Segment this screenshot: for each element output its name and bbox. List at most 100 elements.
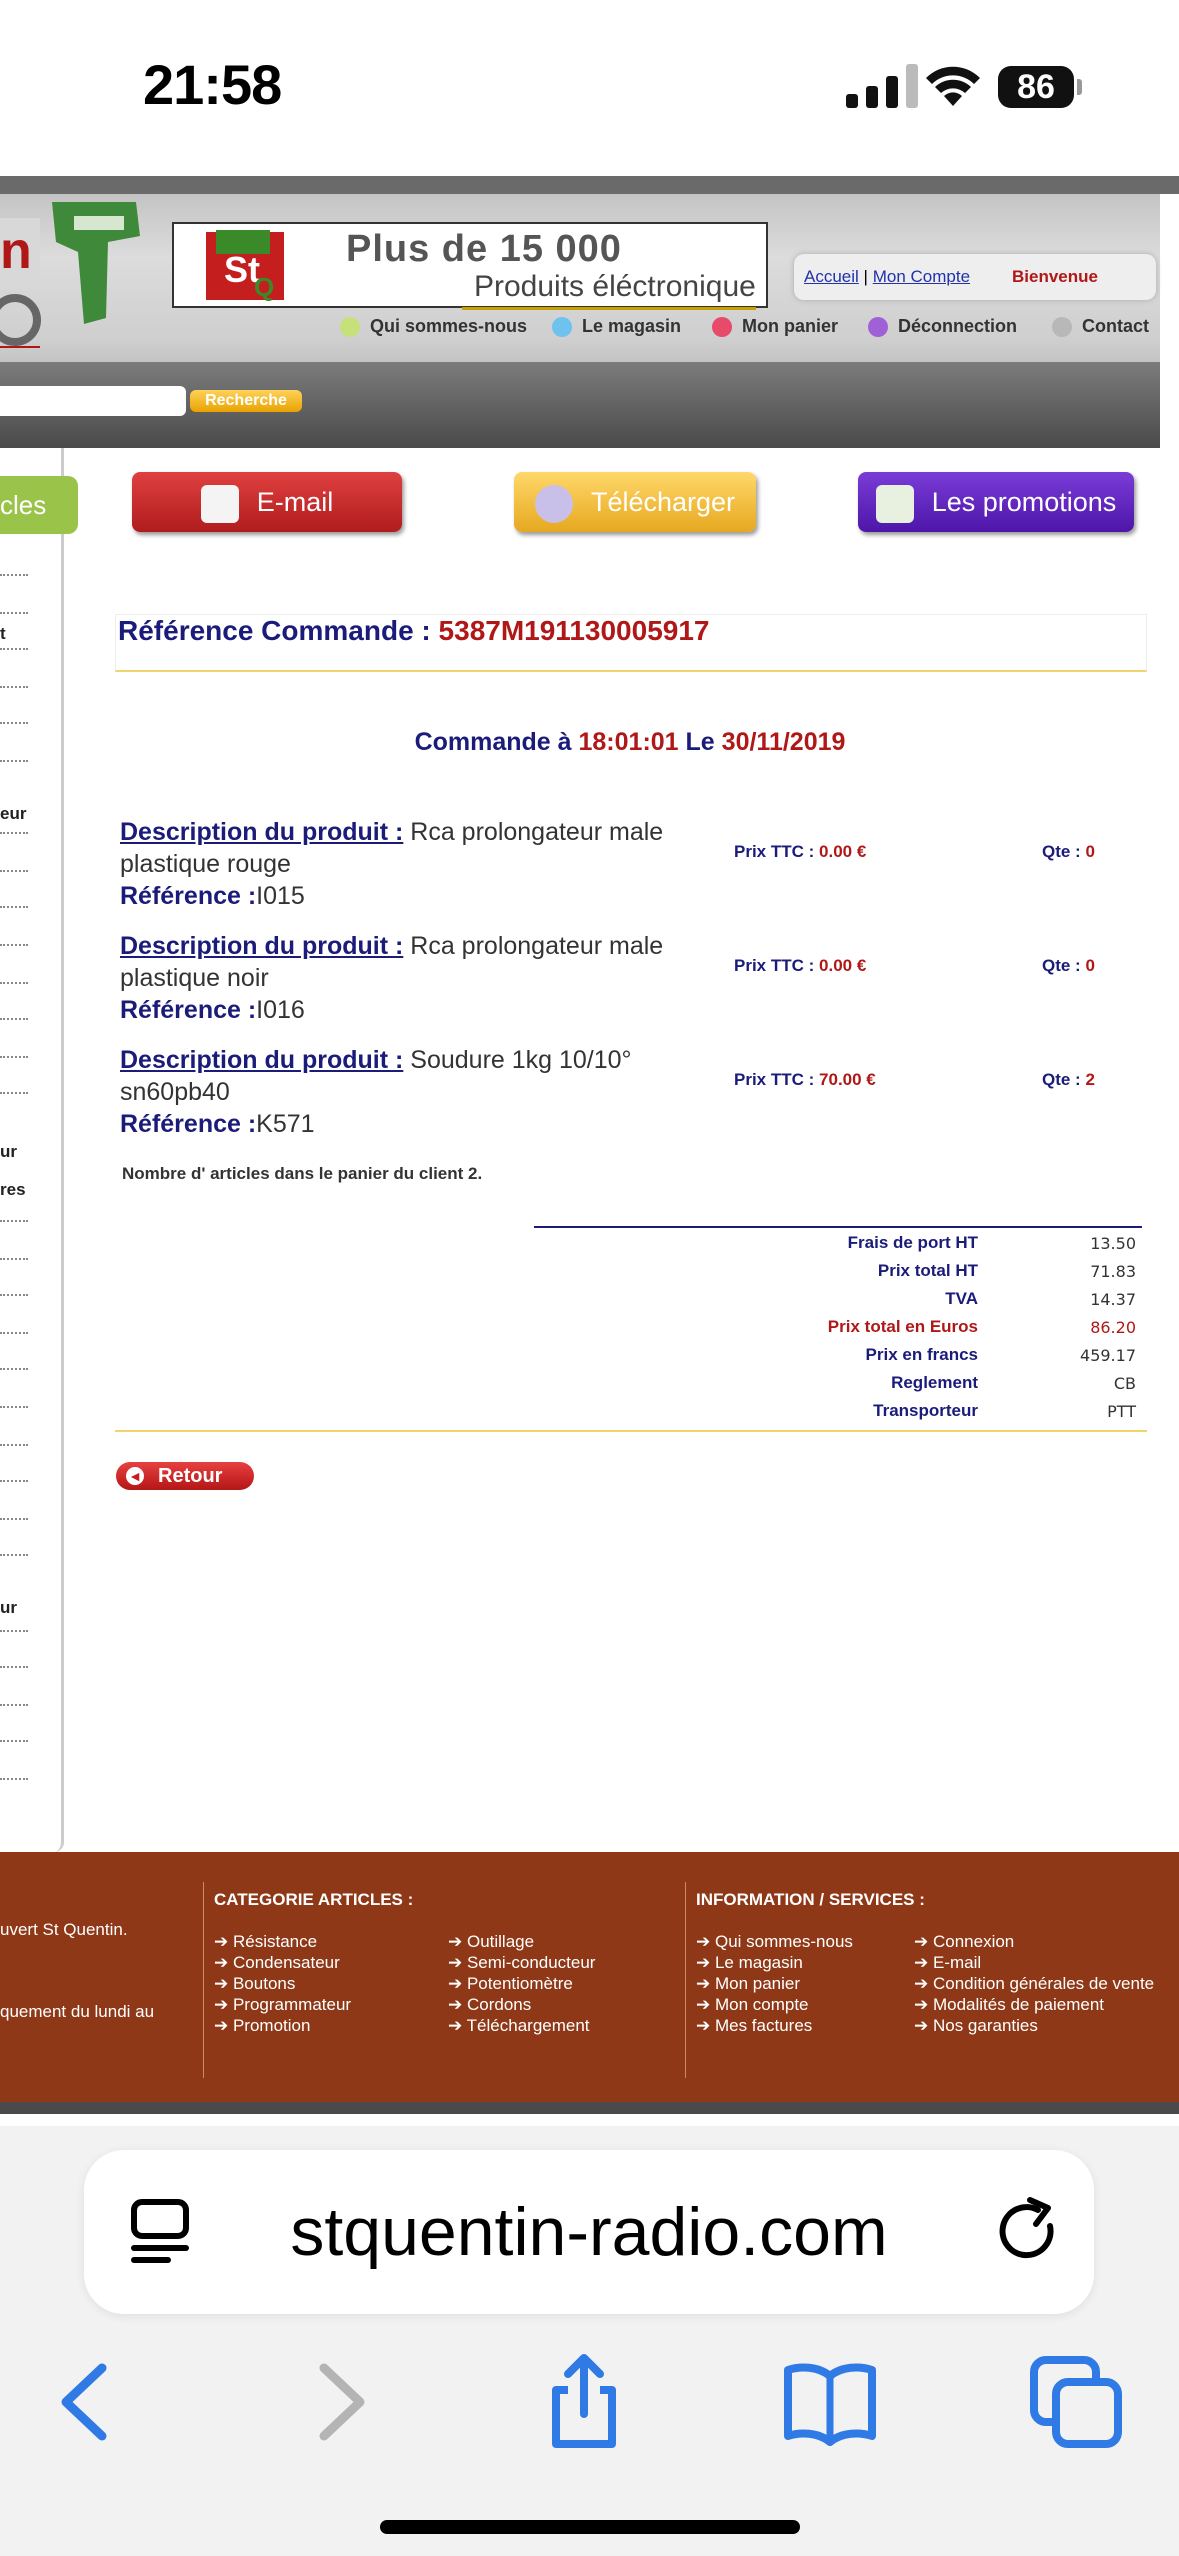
product-desc-label: Description du produit :	[120, 818, 404, 846]
order-reference: Référence Commande : 5387M191130005917	[115, 614, 1147, 672]
sidebar-item[interactable]	[0, 1294, 28, 1296]
back-button[interactable]: ◄ Retour	[116, 1462, 254, 1490]
footer-link[interactable]: Outillage	[448, 1932, 534, 1952]
forward-icon[interactable]	[290, 2352, 390, 2452]
sidebar-fragment: ur	[0, 1598, 17, 1617]
total-value: 13.50	[1090, 1234, 1136, 1253]
sidebar-item[interactable]	[0, 832, 28, 834]
sidebar-item[interactable]	[0, 870, 28, 872]
sidebar-item[interactable]	[0, 906, 28, 908]
sidebar-item[interactable]	[0, 1704, 28, 1706]
nav-item-logout[interactable]: Déconnection	[868, 316, 1017, 337]
footer-link[interactable]: Semi-conducteur	[448, 1953, 596, 1973]
product-description: Description du produit : Rca prolongateu…	[120, 930, 700, 1026]
footer-link[interactable]: Qui sommes-nous	[696, 1932, 853, 1952]
total-row: TVA 14.37	[534, 1284, 1142, 1312]
sidebar-item[interactable]	[0, 648, 28, 650]
footer-link[interactable]: Mes factures	[696, 2016, 812, 2036]
footer-divider	[685, 1882, 686, 2078]
sidebar-item[interactable]	[0, 1554, 28, 1556]
footer-link[interactable]: Cordons	[448, 1995, 531, 2015]
footer-link[interactable]: Programmateur	[214, 1995, 351, 2015]
sidebar-item[interactable]	[0, 686, 28, 688]
sidebar-item[interactable]	[0, 1406, 28, 1408]
nav-dot-icon	[1052, 316, 1072, 337]
product-price: Prix TTC : 70.00 €	[734, 1070, 876, 1090]
total-value: 71.83	[1090, 1262, 1136, 1281]
footer-link[interactable]: Boutons	[214, 1974, 295, 1994]
email-button[interactable]: E-mail	[132, 472, 402, 532]
footer-link[interactable]: Résistance	[214, 1932, 317, 1952]
nav-item-shop[interactable]: Le magasin	[552, 316, 681, 337]
account-separator: |	[863, 267, 868, 286]
sidebar-item[interactable]	[0, 1018, 28, 1020]
back-icon[interactable]	[36, 2352, 136, 2452]
nav-label: Qui sommes-nous	[370, 316, 528, 336]
product-desc-label: Description du produit :	[120, 932, 404, 960]
home-link[interactable]: Accueil	[804, 267, 859, 286]
share-icon[interactable]	[534, 2352, 634, 2452]
footer-link[interactable]: Connexion	[914, 1932, 1014, 1952]
email-icon	[200, 484, 239, 523]
product-ref-value: I015	[256, 882, 305, 910]
promo-banner[interactable]: St Q Plus de 15 000 Produits éléctroniqu…	[172, 222, 768, 310]
footer-link[interactable]: E-mail	[914, 1953, 981, 1973]
nav-label: Contact	[1082, 316, 1149, 336]
sidebar-tab-articles[interactable]: cles	[0, 476, 78, 534]
sidebar-item[interactable]	[0, 1778, 28, 1780]
footer-link[interactable]: Mon panier	[696, 1974, 800, 1994]
total-value: 86.20	[1090, 1318, 1136, 1337]
sidebar-item[interactable]	[0, 1480, 28, 1482]
promotions-button-label: Les promotions	[931, 487, 1117, 517]
footer-link[interactable]: Condensateur	[214, 1953, 340, 1973]
sidebar-item[interactable]	[0, 722, 28, 724]
sidebar-item[interactable]	[0, 1056, 28, 1058]
sidebar-item[interactable]	[0, 574, 28, 576]
footer-link[interactable]: Nos garanties	[914, 2016, 1038, 2036]
sidebar-item[interactable]	[0, 1258, 28, 1260]
total-row: Prix total HT 71.83	[534, 1256, 1142, 1284]
sidebar-item[interactable]	[0, 612, 28, 614]
address-bar[interactable]: stquentin-radio.com	[84, 2150, 1094, 2314]
nav-item-contact[interactable]: Contact	[1052, 316, 1149, 337]
search-input[interactable]	[0, 386, 186, 416]
footer-link[interactable]: Potentiomètre	[448, 1974, 573, 1994]
footer-link[interactable]: Téléchargement	[448, 2016, 590, 2036]
sidebar-item[interactable]	[0, 1444, 28, 1446]
product-row: Description du produit : Rca prolongateu…	[120, 930, 1179, 1034]
sidebar-item[interactable]	[0, 1518, 28, 1520]
svg-text:Q: Q	[254, 272, 274, 302]
footer-link[interactable]: Condition générales de vente	[914, 1974, 1154, 1994]
search-button[interactable]: Recherche	[190, 390, 302, 412]
sidebar-item[interactable]	[0, 982, 28, 984]
signal-icon	[846, 64, 918, 108]
footer-link[interactable]: Promotion	[214, 2016, 310, 2036]
sidebar-item[interactable]	[0, 1630, 28, 1632]
product-description: Description du produit : Rca prolongateu…	[120, 816, 700, 912]
sidebar-item[interactable]	[0, 760, 28, 762]
total-label: Frais de port HT	[847, 1233, 978, 1252]
footer-link[interactable]: Modalités de paiement	[914, 1995, 1104, 2015]
download-button[interactable]: Télécharger	[514, 472, 756, 532]
promotions-button[interactable]: Les promotions	[858, 472, 1134, 532]
bookmarks-icon[interactable]	[780, 2352, 880, 2452]
sidebar-item[interactable]	[0, 944, 28, 946]
sidebar-item[interactable]	[0, 1332, 28, 1334]
sidebar-item[interactable]	[0, 1740, 28, 1742]
nav-dot-icon	[340, 316, 360, 337]
product-ref-label: Référence :	[120, 882, 257, 910]
footer-link[interactable]: Mon compte	[696, 1995, 809, 2015]
footer-link[interactable]: Le magasin	[696, 1953, 803, 1973]
sidebar-item[interactable]	[0, 1220, 28, 1222]
nav-item-cart[interactable]: Mon panier	[712, 316, 838, 337]
url-text: stquentin-radio.com	[290, 2194, 888, 2270]
my-account-link[interactable]: Mon Compte	[873, 267, 970, 286]
tabs-icon[interactable]	[1026, 2352, 1126, 2452]
nav-item-about[interactable]: Qui sommes-nous	[340, 316, 527, 337]
sidebar-item[interactable]	[0, 1092, 28, 1094]
total-value: PTT	[1107, 1402, 1136, 1421]
sidebar-item[interactable]	[0, 1666, 28, 1668]
sidebar-item[interactable]	[0, 1368, 28, 1370]
reload-icon[interactable]	[994, 2196, 1064, 2268]
total-row: Prix en francs 459.17	[534, 1340, 1142, 1368]
